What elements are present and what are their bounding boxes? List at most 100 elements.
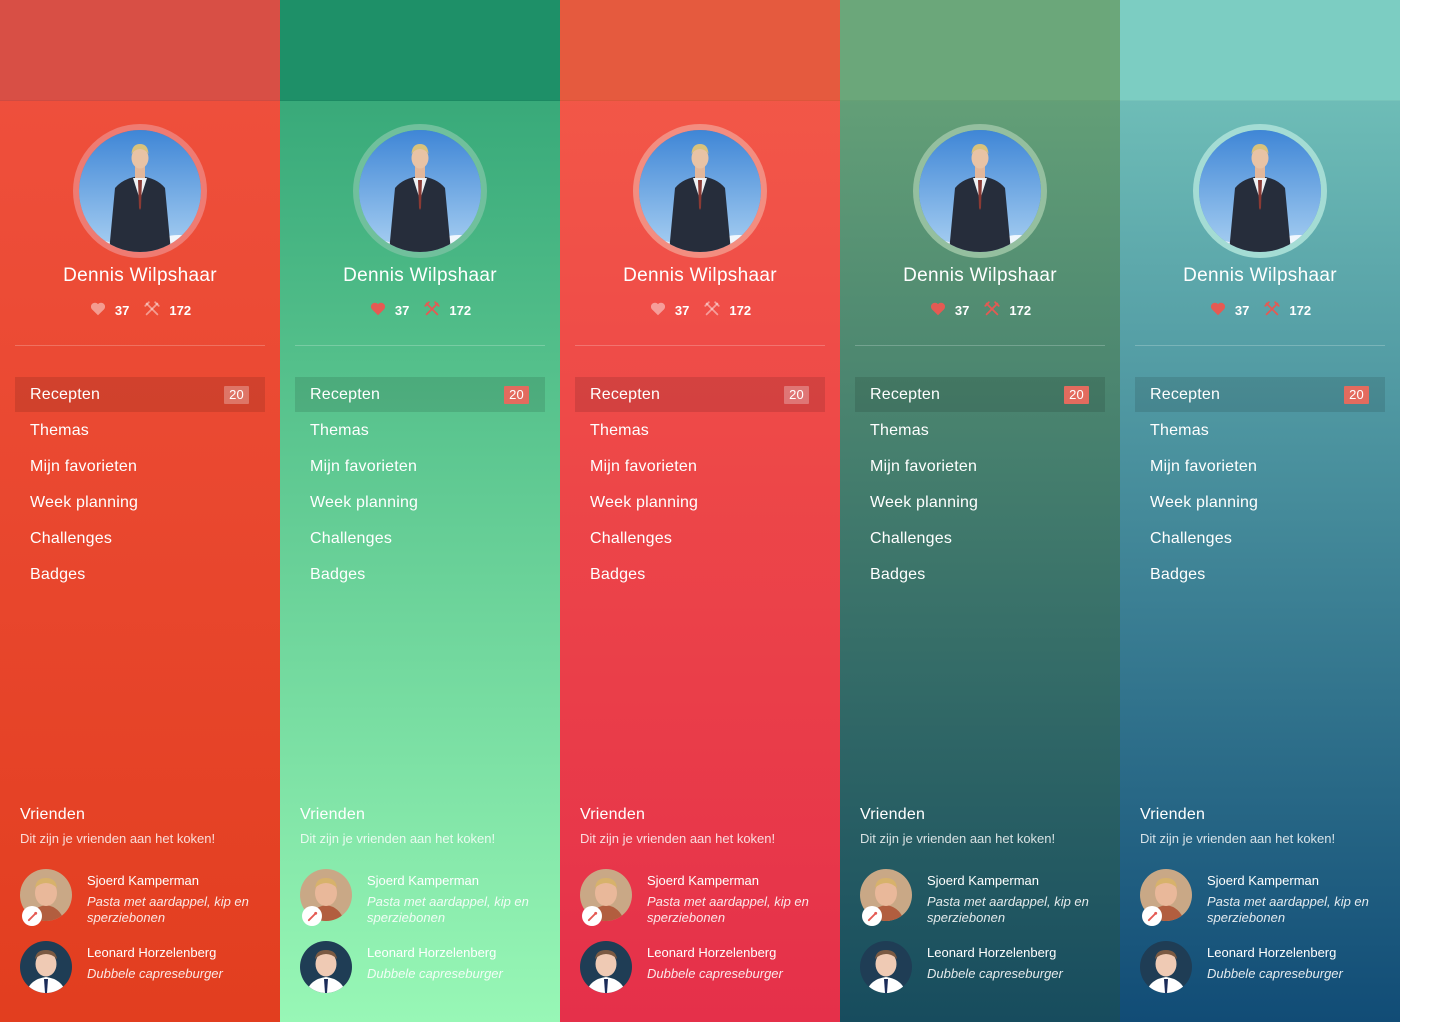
friend-name[interactable]: Leonard Horzelenberg [927, 945, 1056, 960]
menu-item-label: Week planning [30, 494, 139, 511]
heart-icon [89, 300, 115, 321]
menu-item-challenges[interactable]: Challenges [855, 521, 1105, 556]
menu-item-recepten[interactable]: Recepten 20 [15, 377, 265, 412]
menu-item-themas[interactable]: Themas [575, 413, 825, 448]
friend-name[interactable]: Sjoerd Kamperman [927, 873, 1039, 888]
recipes-stat: 172 [983, 300, 1031, 321]
menu-item-themas[interactable]: Themas [15, 413, 265, 448]
friend-avatar[interactable] [1140, 941, 1192, 993]
friend-name[interactable]: Sjoerd Kamperman [647, 873, 759, 888]
menu-item-label: Themas [870, 422, 929, 439]
menu-item-week-planning[interactable]: Week planning [15, 485, 265, 520]
divider [575, 345, 825, 346]
friend-avatar[interactable] [300, 941, 352, 993]
recipes-stat: 172 [423, 300, 471, 321]
friend-activity: Dubbele capreseburger [1207, 966, 1343, 981]
menu-item-label: Badges [590, 566, 646, 583]
menu-item-badges[interactable]: Badges [1135, 557, 1385, 592]
menu-item-challenges[interactable]: Challenges [15, 521, 265, 556]
profile-avatar[interactable] [633, 124, 767, 258]
menu-item-week-planning[interactable]: Week planning [855, 485, 1105, 520]
menu-item-themas[interactable]: Themas [855, 413, 1105, 448]
likes-count: 37 [1234, 302, 1250, 318]
menu-item-mijn-favorieten[interactable]: Mijn favorieten [15, 449, 265, 484]
friends-title: Vrienden [580, 806, 646, 823]
profile-stats: 37 172 [1120, 300, 1400, 320]
menu-item-themas[interactable]: Themas [295, 413, 545, 448]
top-bar [840, 0, 1120, 101]
friends-section: Vrienden Dit zijn je vrienden aan het kok… [860, 806, 1110, 993]
menu-item-challenges[interactable]: Challenges [295, 521, 545, 556]
friends-title: Vrienden [860, 806, 926, 823]
menu-item-mijn-favorieten[interactable]: Mijn favorieten [575, 449, 825, 484]
friend-activity: Dubbele capreseburger [367, 966, 503, 981]
menu-item-label: Badges [310, 566, 366, 583]
friend-name[interactable]: Leonard Horzelenberg [367, 945, 496, 960]
menu-item-recepten[interactable]: Recepten 20 [575, 377, 825, 412]
menu-item-badges[interactable]: Badges [295, 557, 545, 592]
divider [855, 345, 1105, 346]
friend-name[interactable]: Sjoerd Kamperman [87, 873, 199, 888]
friend-activity: Pasta met aardappel, kip en sperziebonen [87, 894, 249, 925]
profile-stats: 37 172 [0, 300, 280, 320]
likes-stat: 37 [929, 300, 969, 321]
fork-knife-icon [423, 300, 449, 321]
menu-item-week-planning[interactable]: Week planning [1135, 485, 1385, 520]
friend-activity: Pasta met aardappel, kip en sperziebonen [647, 894, 809, 925]
friend-avatar[interactable] [860, 941, 912, 993]
menu-item-label: Challenges [30, 530, 113, 547]
friend-name[interactable]: Sjoerd Kamperman [1207, 873, 1319, 888]
recipes-count: 172 [169, 302, 192, 318]
menu-item-week-planning[interactable]: Week planning [575, 485, 825, 520]
menu-item-week-planning[interactable]: Week planning [295, 485, 545, 520]
top-bar [560, 0, 840, 101]
sidebar-panel-4: Dennis Wilpshaar 37 172 Recepten 20 Themas Mi… [840, 0, 1120, 1022]
recipes-stat: 172 [703, 300, 751, 321]
menu-item-badges[interactable]: Badges [575, 557, 825, 592]
profile-name: Dennis Wilpshaar [903, 265, 1057, 286]
menu-item-label: Week planning [310, 494, 419, 511]
menu-item-count-badge: 20 [224, 386, 249, 404]
fork-knife-icon [983, 300, 1009, 321]
profile-avatar[interactable] [913, 124, 1047, 258]
friend-avatar[interactable] [580, 941, 632, 993]
cooking-badge-icon [1142, 906, 1162, 926]
friend-name[interactable]: Leonard Horzelenberg [647, 945, 776, 960]
menu-item-label: Challenges [310, 530, 393, 547]
menu-item-recepten[interactable]: Recepten 20 [295, 377, 545, 412]
menu-item-count-badge: 20 [784, 386, 809, 404]
menu-item-themas[interactable]: Themas [1135, 413, 1385, 448]
profile-avatar[interactable] [353, 124, 487, 258]
menu-item-mijn-favorieten[interactable]: Mijn favorieten [1135, 449, 1385, 484]
menu-item-label: Themas [1150, 422, 1209, 439]
menu-item-label: Challenges [1150, 530, 1233, 547]
menu-item-label: Mijn favorieten [30, 458, 138, 475]
cooking-badge-icon [582, 906, 602, 926]
friends-section: Vrienden Dit zijn je vrienden aan het kok… [300, 806, 550, 993]
menu-item-mijn-favorieten[interactable]: Mijn favorieten [295, 449, 545, 484]
likes-stat: 37 [1209, 300, 1249, 321]
sidebar-menu: Recepten 20 Themas Mijn favorieten Week plan… [15, 377, 265, 593]
friend-avatar[interactable] [20, 941, 72, 993]
menu-item-challenges[interactable]: Challenges [575, 521, 825, 556]
divider [1135, 345, 1385, 346]
divider [15, 345, 265, 346]
menu-item-challenges[interactable]: Challenges [1135, 521, 1385, 556]
menu-item-badges[interactable]: Badges [855, 557, 1105, 592]
friend-name[interactable]: Leonard Horzelenberg [87, 945, 216, 960]
menu-item-label: Recepten [870, 386, 941, 403]
friend-name[interactable]: Leonard Horzelenberg [1207, 945, 1336, 960]
sidebar-panel-3: Dennis Wilpshaar 37 172 Recepten 20 Themas Mi… [560, 0, 840, 1022]
friend-name[interactable]: Sjoerd Kamperman [367, 873, 479, 888]
menu-item-badges[interactable]: Badges [15, 557, 265, 592]
profile-avatar[interactable] [73, 124, 207, 258]
profile-avatar[interactable] [1193, 124, 1327, 258]
menu-item-recepten[interactable]: Recepten 20 [855, 377, 1105, 412]
menu-item-recepten[interactable]: Recepten 20 [1135, 377, 1385, 412]
friends-subtitle: Dit zijn je vrienden aan het koken! [300, 831, 496, 846]
menu-item-label: Recepten [30, 386, 101, 403]
friends-title: Vrienden [1140, 806, 1206, 823]
recipes-stat: 172 [143, 300, 191, 321]
friend-activity: Dubbele capreseburger [647, 966, 783, 981]
menu-item-mijn-favorieten[interactable]: Mijn favorieten [855, 449, 1105, 484]
